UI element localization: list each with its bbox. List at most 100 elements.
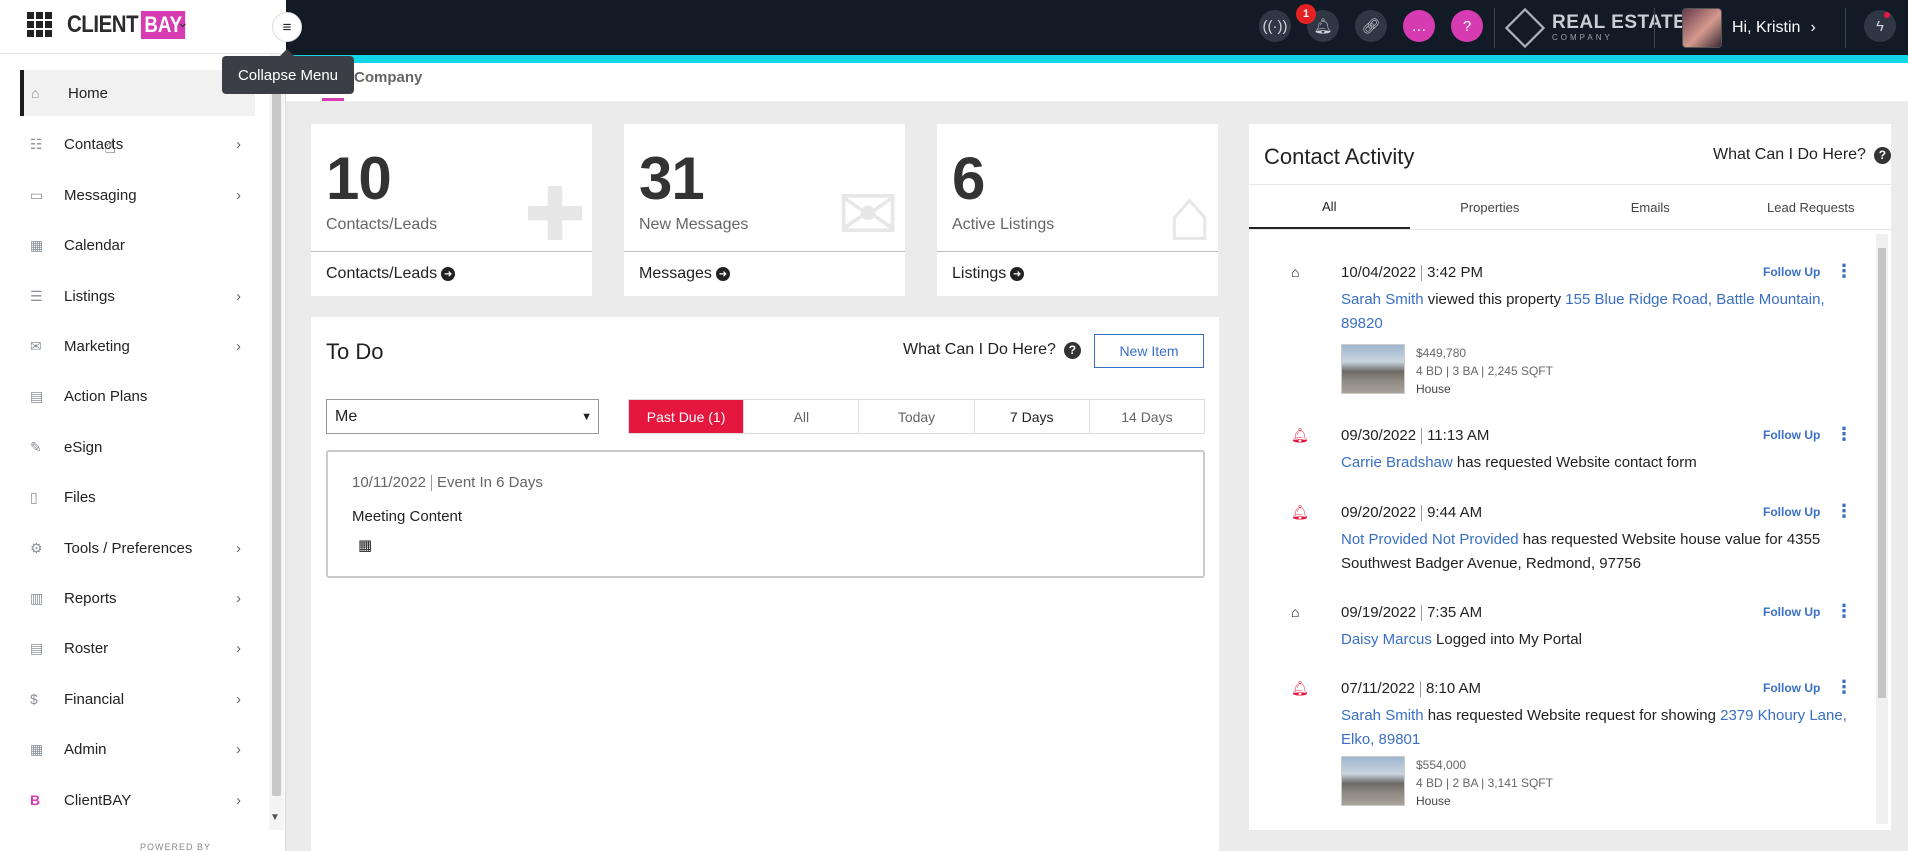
contact-link[interactable]: Daisy Marcus xyxy=(1341,631,1432,648)
chevron-right-icon: › xyxy=(236,539,241,557)
chevron-right-icon: › xyxy=(236,287,241,305)
activity-datetime: 09/20/2022 9:44 AM xyxy=(1341,504,1482,522)
follow-up-link[interactable]: Follow Up xyxy=(1763,505,1820,519)
help-icon[interactable]: ? xyxy=(1451,10,1483,42)
sidebar-item-financial[interactable]: $ Financial › xyxy=(20,676,255,722)
sidebar-item-listings[interactable]: ☰ Listings › xyxy=(20,273,255,319)
tab-properties[interactable]: Properties xyxy=(1410,185,1571,229)
breadcrumb-company[interactable]: Company xyxy=(354,69,422,86)
activity-datetime: 10/04/2022 3:42 PM xyxy=(1341,264,1483,282)
contact-link[interactable]: Sarah Smith xyxy=(1341,291,1424,308)
listings-link[interactable]: Listings ➜ xyxy=(937,251,1218,296)
chat-icon[interactable]: … xyxy=(1403,10,1435,42)
property-specs: 4 BD | 3 BA | 2,245 SQFT xyxy=(1416,364,1553,378)
activity-time: 3:42 PM xyxy=(1427,264,1483,281)
sidebar-item-reports[interactable]: ▥ Reports › xyxy=(20,575,255,621)
sidebar-item-admin[interactable]: ▦ Admin › xyxy=(20,726,255,772)
sidebar-item-label: Files xyxy=(64,488,96,506)
contact-link[interactable]: Not Provided Not Provided xyxy=(1341,531,1519,548)
property-price: $449,780 xyxy=(1416,346,1467,360)
filter-all[interactable]: All xyxy=(743,400,858,433)
sidebar-item-tools-preferences[interactable]: ⚙ Tools / Preferences › xyxy=(20,525,255,571)
link-icon[interactable]: 🔗︎ xyxy=(1355,10,1387,42)
bell-icon: 🔔︎ xyxy=(1291,427,1309,443)
messages-link[interactable]: Messages ➜ xyxy=(624,251,905,296)
tab-emails[interactable]: Emails xyxy=(1570,185,1731,229)
sidebar-item-label: Contacts xyxy=(64,135,124,153)
sliders-icon: ⚙ xyxy=(30,539,43,556)
tab-lead-requests[interactable]: Lead Requests xyxy=(1731,185,1892,229)
property-info: $449,780 4 BD | 3 BA | 2,245 SQFT House xyxy=(1416,344,1553,398)
todo-help[interactable]: What Can I Do Here? ? xyxy=(903,341,1081,359)
arrow-circle-right-icon: ➜ xyxy=(441,267,456,281)
contact-link[interactable]: Carrie Bradshaw xyxy=(1341,454,1453,471)
radio-waves-icon[interactable]: ((·)) xyxy=(1259,10,1291,42)
sidebar-item-contacts[interactable]: ☷ Contacts › xyxy=(20,121,255,167)
activity-action: has requested Website request for showin… xyxy=(1423,707,1721,724)
todo-filter-tabs: Past Due (1) All Today 7 Days 14 Days xyxy=(628,399,1205,434)
lightning-icon[interactable]: ϟ xyxy=(1864,10,1896,42)
bar-chart-icon: ▥ xyxy=(30,589,44,606)
activity-action: Logged into My Portal xyxy=(1431,631,1582,648)
user-menu[interactable]: Hi, Kristin › xyxy=(1682,6,1816,50)
kebab-menu-icon[interactable]: ⋮ xyxy=(1835,502,1853,520)
notification-badge: 1 xyxy=(1296,4,1316,24)
todo-event-card[interactable]: 10/11/2022 Event In 6 Days Meeting Conten… xyxy=(326,450,1205,578)
assignee-select[interactable]: Me ▼ xyxy=(326,399,599,434)
chevron-down-icon[interactable]: ⌄ xyxy=(177,14,189,31)
kebab-menu-icon[interactable]: ⋮ xyxy=(1835,602,1853,620)
filter-7-days[interactable]: 7 Days xyxy=(973,400,1089,433)
activity-text: Carrie Bradshaw has requested Website co… xyxy=(1341,451,1859,475)
filter-past-due[interactable]: Past Due (1) xyxy=(629,400,744,433)
sidebar-item-label: ClientBAY xyxy=(64,791,132,809)
tab-all[interactable]: All xyxy=(1249,185,1410,229)
sidebar-item-label: Admin xyxy=(64,740,107,758)
activity-action: has requested Website contact form xyxy=(1452,454,1697,471)
apps-grid-icon[interactable] xyxy=(27,12,52,37)
sidebar-item-action-plans[interactable]: ▤ Action Plans xyxy=(20,373,255,419)
chevron-right-icon: › xyxy=(236,791,241,809)
collapse-menu-tooltip: Collapse Menu xyxy=(222,49,354,94)
kebab-menu-icon[interactable]: ⋮ xyxy=(1835,425,1853,443)
sidebar-item-esign[interactable]: ✎ eSign xyxy=(20,424,255,470)
calendar-icon[interactable]: ▦ xyxy=(358,536,372,554)
sidebar-item-roster[interactable]: ▤ Roster › xyxy=(20,625,255,671)
assignee-select-value: Me xyxy=(335,407,358,425)
stat-card-listings: 6 Active Listings ⌂ Listings ➜ xyxy=(937,124,1218,296)
sidebar-scrollbar-thumb[interactable] xyxy=(272,66,281,796)
kebab-menu-icon[interactable]: ⋮ xyxy=(1835,678,1853,696)
sidebar-item-marketing[interactable]: ✉ Marketing › xyxy=(20,323,255,369)
collapse-menu-icon[interactable]: ≡ xyxy=(272,12,302,42)
sidebar-item-calendar[interactable]: ▦ Calendar xyxy=(20,222,255,268)
new-item-button[interactable]: New Item xyxy=(1094,334,1204,368)
activity-help[interactable]: What Can I Do Here? ? xyxy=(1713,146,1891,164)
filter-today[interactable]: Today xyxy=(858,400,973,433)
sidebar-item-home[interactable]: ⌂ Home xyxy=(20,70,255,116)
sidebar-item-files[interactable]: ▯ Files xyxy=(20,474,255,520)
sidebar-item-clientbay[interactable]: B ClientBAY › xyxy=(20,777,255,823)
follow-up-link[interactable]: Follow Up xyxy=(1763,605,1820,619)
activity-datetime: 09/30/2022 11:13 AM xyxy=(1341,427,1489,445)
kebab-menu-icon[interactable]: ⋮ xyxy=(1835,262,1853,280)
property-info: $554,000 4 BD | 2 BA | 3,141 SQFT House xyxy=(1416,756,1553,810)
contact-link[interactable]: Sarah Smith xyxy=(1341,707,1424,724)
envelope-icon: ✉ xyxy=(30,337,42,354)
stat-link-label: Messages xyxy=(639,265,712,282)
contacts-leads-link[interactable]: Contacts/Leads ➜ xyxy=(311,251,592,296)
property-preview[interactable]: $449,780 4 BD | 3 BA | 2,245 SQFT House xyxy=(1341,344,1641,396)
activity-date: 10/04/2022 xyxy=(1341,264,1417,281)
property-preview[interactable]: $554,000 4 BD | 2 BA | 3,141 SQFT House xyxy=(1341,756,1641,808)
follow-up-link[interactable]: Follow Up xyxy=(1763,265,1820,279)
pen-icon: ✎ xyxy=(30,438,42,455)
sidebar-item-messaging[interactable]: ▭ Messaging › xyxy=(20,172,255,218)
scroll-down-arrow-icon[interactable]: ▼ xyxy=(270,812,280,823)
clientbay-logo[interactable]: CLIENT BAY xyxy=(67,10,189,40)
follow-up-link[interactable]: Follow Up xyxy=(1763,428,1820,442)
stat-link-label: Listings xyxy=(952,265,1007,282)
activity-title: Contact Activity xyxy=(1264,144,1415,169)
listings-icon: ☰ xyxy=(30,287,43,304)
activity-scrollbar-thumb[interactable] xyxy=(1878,248,1886,698)
filter-14-days[interactable]: 14 Days xyxy=(1088,400,1204,433)
follow-up-link[interactable]: Follow Up xyxy=(1763,681,1820,695)
chevron-right-icon: › xyxy=(236,135,241,153)
